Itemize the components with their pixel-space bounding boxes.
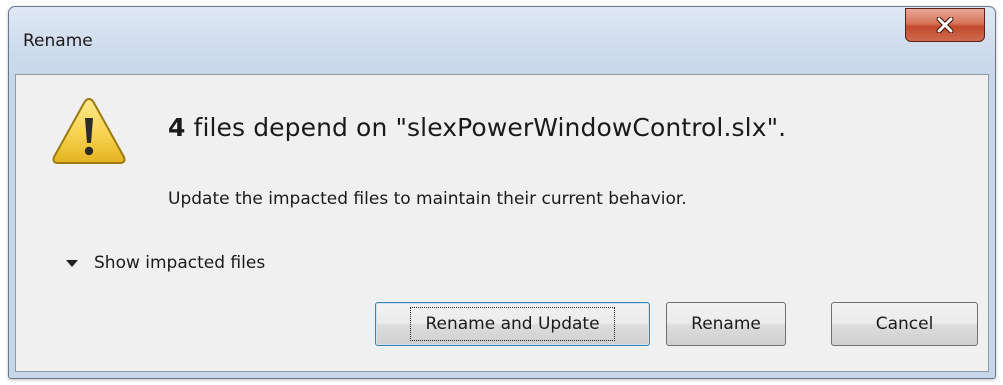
window-title: Rename xyxy=(23,31,93,51)
close-button[interactable] xyxy=(905,8,985,42)
heading-text: files depend on "slexPowerWindowControl.… xyxy=(185,113,787,142)
rename-dialog: Rename 4 files depend on "slexPowerWindo… xyxy=(8,6,996,379)
cancel-label: Cancel xyxy=(875,314,934,334)
warning-icon xyxy=(52,97,126,164)
close-icon xyxy=(936,17,954,33)
dialog-body: 4 files depend on "slexPowerWindowContro… xyxy=(15,74,989,372)
rename-label: Rename xyxy=(691,314,761,334)
title-bar[interactable]: Rename xyxy=(9,7,995,72)
rename-and-update-button[interactable]: Rename and Update xyxy=(375,302,650,346)
expand-triangle-icon xyxy=(66,259,78,267)
show-impacted-files-label: Show impacted files xyxy=(94,253,266,273)
show-impacted-files-toggle[interactable]: Show impacted files xyxy=(66,253,265,273)
cancel-button[interactable]: Cancel xyxy=(831,302,978,346)
dialog-heading: 4 files depend on "slexPowerWindowContro… xyxy=(168,113,786,142)
rename-and-update-label: Rename and Update xyxy=(410,307,615,341)
rename-button[interactable]: Rename xyxy=(666,302,786,346)
dialog-message: Update the impacted files to maintain th… xyxy=(168,189,687,209)
impacted-file-count: 4 xyxy=(168,113,186,142)
